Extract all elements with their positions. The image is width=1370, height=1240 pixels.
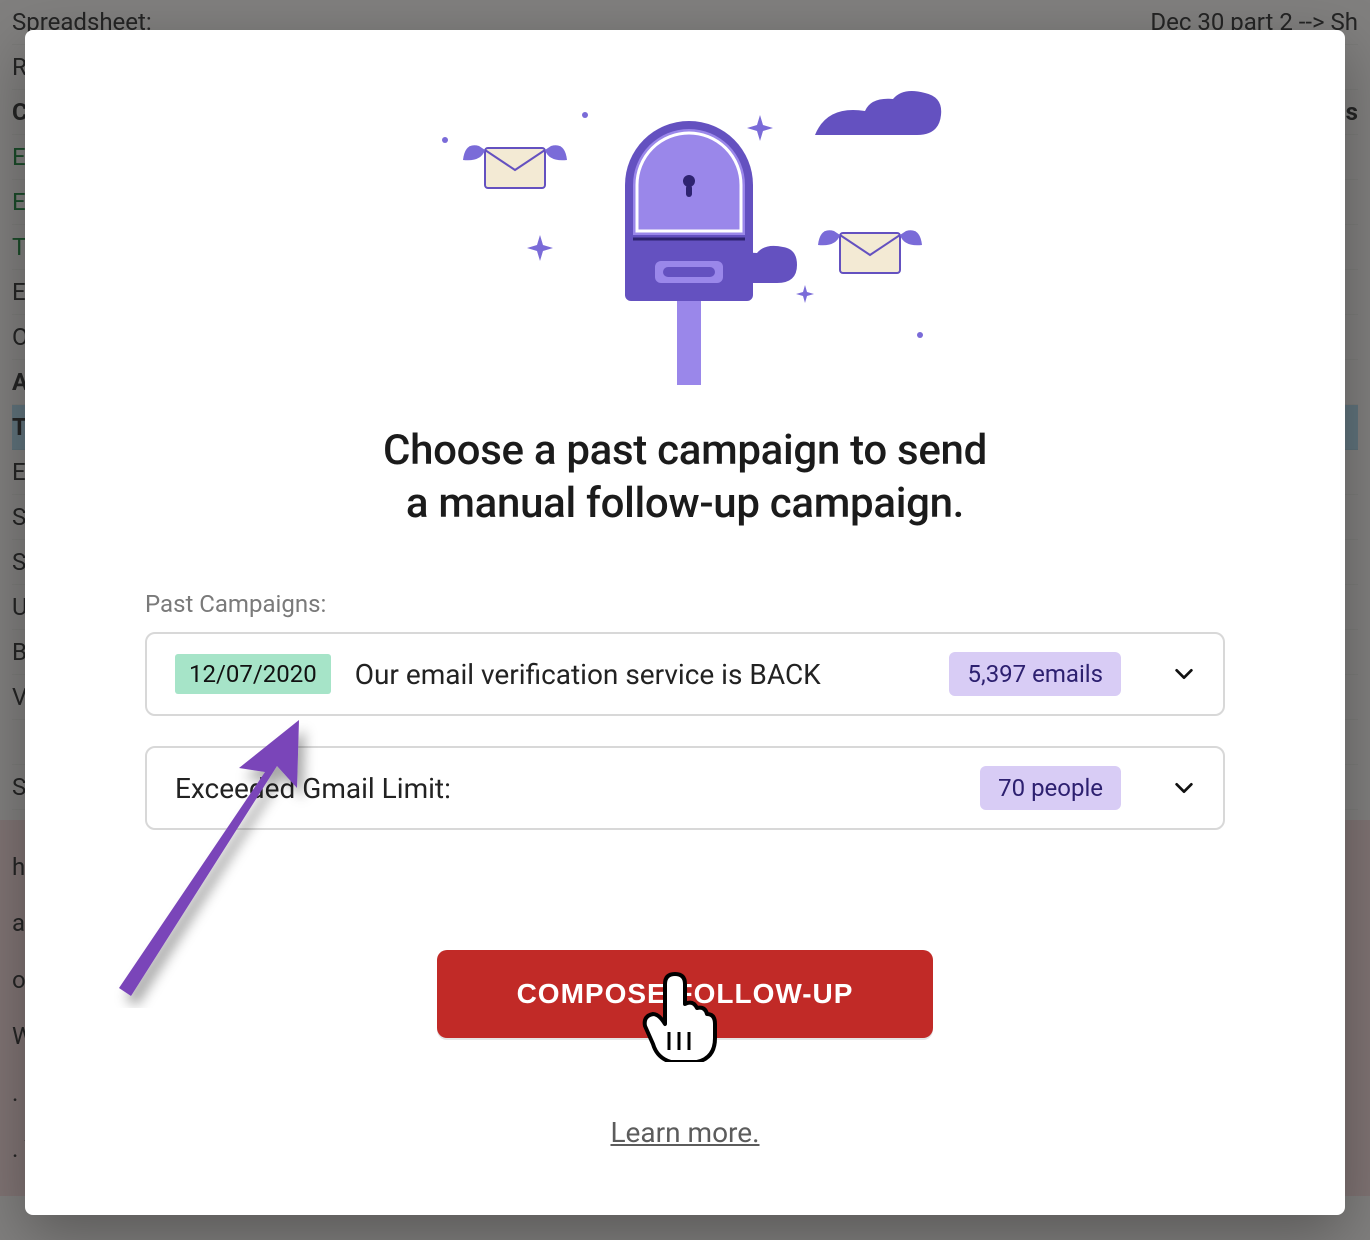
campaign-title: Our email verification service is BACK: [355, 658, 821, 691]
campaign-select[interactable]: 12/07/2020 Our email verification servic…: [145, 632, 1225, 716]
heading-line1: Choose a past campaign to send: [383, 426, 987, 475]
filter-count-chip: 70 people: [980, 766, 1121, 810]
modal-heading: Choose a past campaign to send a manual …: [383, 425, 987, 530]
chevron-down-icon: [1173, 777, 1195, 799]
campaign-count-chip: 5,397 emails: [949, 652, 1121, 696]
learn-more-link[interactable]: Learn more.: [610, 1116, 759, 1149]
followup-modal: Choose a past campaign to send a manual …: [25, 30, 1345, 1215]
compose-followup-button[interactable]: COMPOSE FOLLOW-UP: [437, 950, 934, 1038]
filter-select[interactable]: Exceeded Gmail Limit: 70 people: [145, 746, 1225, 830]
chevron-down-icon: [1173, 663, 1195, 685]
modal-form: Past Campaigns: 12/07/2020 Our email ver…: [145, 590, 1225, 860]
campaign-date-chip: 12/07/2020: [175, 654, 331, 694]
mailbox-illustration: [365, 85, 1005, 395]
heading-line2: a manual follow-up campaign.: [406, 479, 964, 528]
filter-title: Exceeded Gmail Limit:: [175, 772, 451, 805]
past-campaigns-label: Past Campaigns:: [145, 590, 1225, 618]
